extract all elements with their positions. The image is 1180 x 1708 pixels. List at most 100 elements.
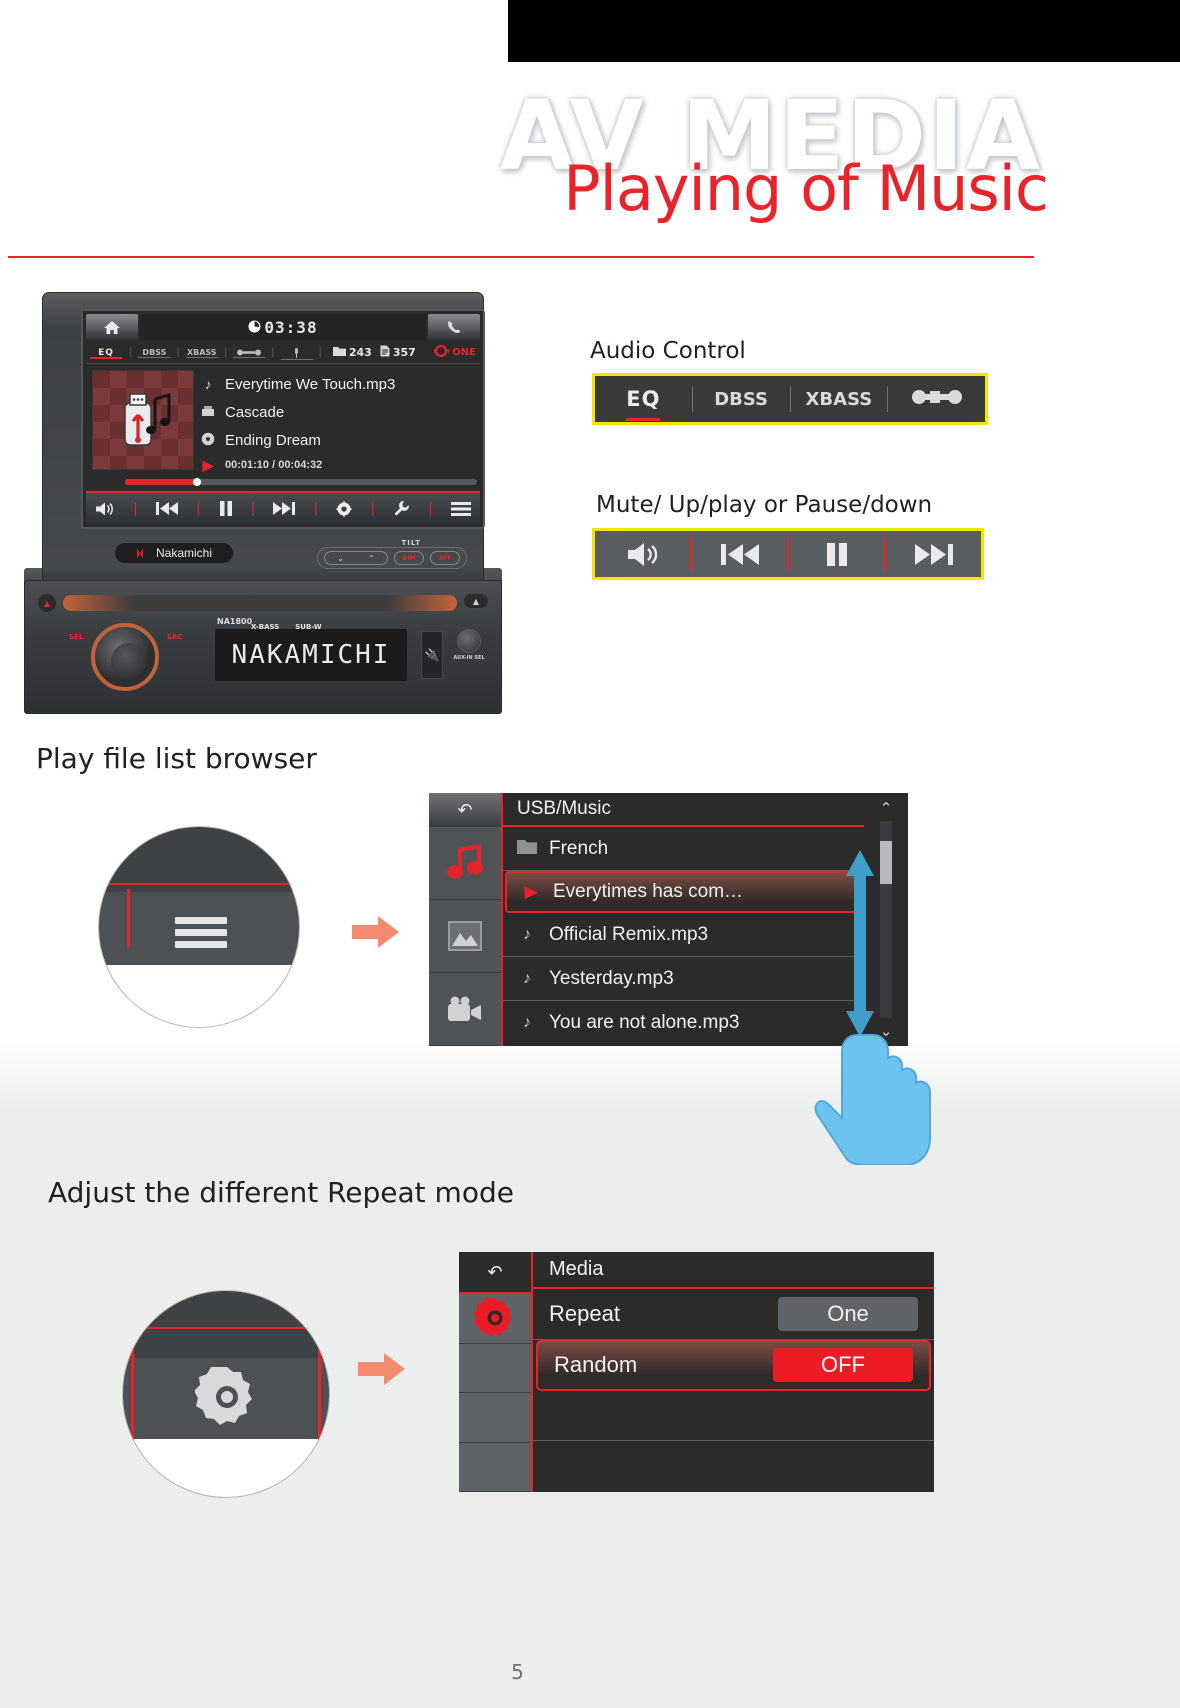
control-divider: | <box>250 501 256 516</box>
track-artist-row: Cascade <box>200 398 480 426</box>
file-browser-panel: ↶ USB/Music French ▶ Everytimes has com… <box>429 793 908 1046</box>
status-xbass[interactable]: XBASS <box>183 348 221 358</box>
settings-icon[interactable] <box>336 501 352 517</box>
list-item-label: Official Remix.mp3 <box>549 923 709 945</box>
folder-count-value: 243 <box>348 346 372 359</box>
list-item-selected[interactable]: ▶ Everytimes has com… <box>505 871 862 913</box>
magnifier-red-marker-right <box>318 1333 321 1443</box>
gear-icon[interactable] <box>194 1365 259 1433</box>
tilt-label: TILT <box>401 539 421 547</box>
sidebar-item-video[interactable] <box>429 973 501 1046</box>
setting-value-random[interactable]: OFF <box>773 1348 913 1383</box>
transport-mute-icon[interactable] <box>595 541 690 568</box>
pause-icon[interactable] <box>219 501 233 516</box>
audio-control-eq[interactable]: EQ <box>595 387 692 421</box>
tilt-rocker[interactable]: ⌄ ⌃ <box>324 551 388 565</box>
status-folder-count: 243 <box>332 346 372 359</box>
aux-knob-dial[interactable] <box>457 629 481 653</box>
knob-right-label: SRC <box>167 633 183 641</box>
sidebar-item-blank-3[interactable] <box>459 1442 531 1492</box>
audio-control-loudness[interactable] <box>888 387 985 411</box>
phone-icon[interactable] <box>428 314 480 340</box>
audio-control-dbss[interactable]: DBSS <box>693 389 790 410</box>
folder-icon <box>517 839 537 859</box>
transport-next-icon[interactable] <box>886 542 981 567</box>
status-mic-icon[interactable] <box>278 347 316 360</box>
disc-icon <box>200 432 216 449</box>
back-arrow-icon[interactable]: ↶ <box>459 1252 531 1294</box>
usb-port[interactable]: 🔌 <box>421 631 443 679</box>
status-divider: | <box>223 347 228 358</box>
sidebar-item-settings[interactable] <box>459 1294 531 1344</box>
aux-knob[interactable]: AUX-IN SEL <box>453 629 485 681</box>
magnifier-red-line <box>99 883 299 885</box>
track-info: ♪ Everytime We Touch.mp3 Cascade Ending … <box>200 366 480 476</box>
transport-pause-icon[interactable] <box>789 542 884 567</box>
track-artist: Cascade <box>225 403 285 421</box>
setting-label: Repeat <box>549 1300 620 1326</box>
magnifier-list-button <box>98 826 300 1028</box>
usb-drive-icon <box>119 389 175 455</box>
header-divider <box>8 256 1034 258</box>
back-arrow-icon[interactable]: ↶ <box>429 793 501 827</box>
eject-right-icon[interactable]: ▲ <box>463 593 489 609</box>
transport-control-box <box>592 528 984 580</box>
arrow-right-icon-1 <box>352 915 400 953</box>
nakamichi-logo-icon <box>136 547 143 559</box>
car-stereo-unit: 03:38 EQ | DBSS | XBASS | | | 243 357 ON… <box>24 292 502 716</box>
dim-button[interactable]: DIM <box>394 551 424 565</box>
sidebar-item-blank-1[interactable] <box>459 1343 531 1393</box>
list-icon[interactable] <box>175 917 227 948</box>
scroll-up-icon[interactable]: ⌃ <box>880 799 893 817</box>
repeat-icon <box>434 344 450 360</box>
list-item[interactable]: ♪ Official Remix.mp3 <box>503 913 864 957</box>
sidebar-item-photo[interactable] <box>429 900 501 973</box>
list-item[interactable]: ♪ You are not alone.mp3 <box>503 1001 864 1045</box>
previous-icon[interactable] <box>155 501 178 516</box>
magnifier-white-mask <box>99 965 299 1027</box>
transport-previous-icon[interactable] <box>692 542 787 567</box>
setting-row-repeat[interactable]: Repeat One <box>533 1289 934 1340</box>
track-time: 00:01:10 / 00:04:32 <box>225 459 323 471</box>
next-icon[interactable] <box>273 501 296 516</box>
brand-name: Nakamichi <box>155 546 212 560</box>
volume-knob[interactable] <box>91 623 159 691</box>
setting-row-random[interactable]: Random OFF <box>536 1339 931 1391</box>
tilt-up-icon[interactable]: ⌃ <box>368 554 375 563</box>
mute-icon[interactable] <box>95 501 115 517</box>
status-eq[interactable]: EQ <box>86 348 126 359</box>
aux-knob-label: AUX-IN SEL <box>453 655 485 661</box>
tilt-down-icon[interactable]: ⌄ <box>337 554 344 563</box>
eject-left-icon[interactable]: ▲ <box>37 593 57 613</box>
sidebar-item-music[interactable] <box>429 827 501 900</box>
status-divider: | <box>176 347 180 358</box>
tools-icon[interactable] <box>393 500 410 517</box>
control-divider: | <box>133 501 138 516</box>
stereo-display-housing: 03:38 EQ | DBSS | XBASS | | | 243 357 ON… <box>42 292 485 592</box>
scrollbar-track[interactable] <box>880 821 892 1018</box>
audio-control-box: EQ DBSS XBASS <box>592 373 988 425</box>
scrollbar-thumb[interactable] <box>880 840 892 885</box>
sidebar-item-blank-2[interactable] <box>459 1393 531 1443</box>
progress-bar[interactable] <box>125 478 477 486</box>
list-item[interactable]: French <box>503 827 864 871</box>
status-divider: | <box>271 347 275 358</box>
list-icon[interactable] <box>450 501 471 516</box>
settings-sidebar: ↶ <box>459 1252 533 1492</box>
magnifier-red-marker-left <box>131 1333 134 1443</box>
aff-button[interactable]: AFF <box>430 551 460 565</box>
status-dbss[interactable]: DBSS <box>135 348 173 358</box>
status-loudness-icon[interactable] <box>230 348 268 358</box>
status-repeat[interactable]: ONE <box>434 344 476 360</box>
setting-value-repeat[interactable]: One <box>778 1296 918 1331</box>
home-icon[interactable] <box>86 314 138 340</box>
screen-control-bar: | | | | | | <box>86 491 480 524</box>
audio-control-xbass[interactable]: XBASS <box>791 389 888 410</box>
list-item-label: Yesterday.mp3 <box>549 967 674 989</box>
transport-control-title: Mute/ Up/play or Pause/down <box>596 492 933 518</box>
lcd-text: NAKAMICHI <box>231 640 391 670</box>
progress-knob[interactable] <box>193 478 201 486</box>
music-note-icon: ♪ <box>523 969 531 987</box>
list-item[interactable]: ♪ Yesterday.mp3 <box>503 957 864 1001</box>
play-icon: ▶ <box>524 882 538 901</box>
